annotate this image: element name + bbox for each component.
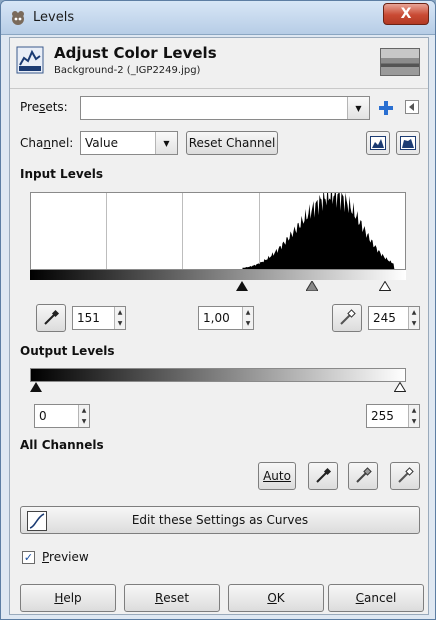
ok-button[interactable]: OK bbox=[228, 584, 324, 612]
preset-menu-icon[interactable] bbox=[405, 100, 419, 114]
presets-combo[interactable]: ▼ bbox=[80, 96, 370, 120]
input-levels-title: Input Levels bbox=[20, 167, 104, 181]
presets-label: Presets: bbox=[20, 100, 68, 114]
eyedropper-black-icon bbox=[44, 309, 60, 325]
dialog-content: Adjust Color Levels Background-2 (_IGP22… bbox=[9, 37, 429, 615]
image-name: Background-2 (_IGP2249.jpg) bbox=[54, 65, 201, 76]
page-title: Adjust Color Levels bbox=[54, 44, 217, 62]
chevron-down-icon[interactable]: ▼ bbox=[155, 132, 177, 154]
close-icon: X bbox=[400, 6, 412, 22]
linear-histogram-icon bbox=[370, 136, 386, 150]
input-low-value: 151 bbox=[77, 311, 100, 325]
log-histogram-button[interactable] bbox=[396, 131, 420, 155]
channel-value: Value bbox=[85, 136, 118, 150]
preview-checkbox[interactable]: ✓ bbox=[22, 551, 35, 564]
pick-white-all-button[interactable] bbox=[390, 462, 420, 490]
log-histogram-icon bbox=[400, 136, 416, 150]
input-low-spinner[interactable]: 151 ▲ ▼ bbox=[72, 306, 126, 330]
chevron-down-icon[interactable]: ▼ bbox=[347, 97, 369, 119]
spin-arrows-icon[interactable]: ▲ ▼ bbox=[408, 307, 419, 329]
histogram bbox=[30, 192, 406, 270]
reset-channel-button[interactable]: Reset Channel bbox=[186, 131, 278, 155]
pick-black-point-button[interactable] bbox=[36, 304, 66, 332]
levels-icon bbox=[16, 46, 44, 74]
reset-button[interactable]: Reset bbox=[124, 584, 220, 612]
output-gradient bbox=[30, 368, 406, 382]
white-point-slider[interactable] bbox=[379, 281, 391, 291]
output-black-slider[interactable] bbox=[30, 382, 42, 392]
input-gradient bbox=[30, 270, 406, 280]
spin-arrows-icon[interactable]: ▲ ▼ bbox=[78, 405, 89, 427]
channel-combo[interactable]: Value ▼ bbox=[80, 131, 178, 155]
input-high-value: 245 bbox=[373, 311, 396, 325]
edit-as-curves-button[interactable]: Edit these Settings as Curves bbox=[20, 506, 420, 534]
levels-dialog: Levels X Adjust Color Levels Background-… bbox=[0, 0, 436, 620]
add-preset-icon[interactable] bbox=[378, 100, 394, 116]
help-button[interactable]: Help bbox=[20, 584, 116, 612]
output-low-value: 0 bbox=[39, 409, 47, 423]
title-bar[interactable]: Levels X bbox=[1, 1, 435, 35]
gimp-icon bbox=[12, 11, 24, 25]
gamma-slider[interactable] bbox=[306, 281, 318, 291]
histogram-shape bbox=[242, 193, 395, 269]
input-high-spinner[interactable]: 245 ▲ ▼ bbox=[368, 306, 420, 330]
spin-arrows-icon[interactable]: ▲ ▼ bbox=[114, 307, 125, 329]
output-high-spinner[interactable]: 255 ▲ ▼ bbox=[366, 404, 420, 428]
pick-black-all-button[interactable] bbox=[308, 462, 338, 490]
window-title: Levels bbox=[33, 10, 75, 25]
pick-gray-all-button[interactable] bbox=[348, 462, 378, 490]
all-channels-title: All Channels bbox=[20, 438, 104, 452]
output-white-slider[interactable] bbox=[394, 382, 406, 392]
eyedropper-black-icon bbox=[316, 467, 332, 483]
input-gamma-spinner[interactable]: 1,00 ▲ ▼ bbox=[198, 306, 254, 330]
preview-label[interactable]: Preview bbox=[42, 550, 89, 564]
pick-white-point-button[interactable] bbox=[332, 304, 362, 332]
eyedropper-gray-icon bbox=[356, 467, 372, 483]
close-button[interactable]: X bbox=[383, 3, 429, 25]
cancel-button[interactable]: Cancel bbox=[328, 584, 424, 612]
channel-label: Channel: bbox=[20, 136, 74, 150]
output-high-value: 255 bbox=[371, 409, 394, 423]
spin-arrows-icon[interactable]: ▲ ▼ bbox=[242, 307, 253, 329]
eyedropper-white-icon bbox=[340, 309, 356, 325]
black-point-slider[interactable] bbox=[236, 281, 248, 291]
input-gamma-value: 1,00 bbox=[203, 311, 230, 325]
histogram-plot bbox=[242, 193, 395, 269]
curves-icon bbox=[27, 511, 47, 531]
output-levels-title: Output Levels bbox=[20, 344, 115, 358]
header-divider bbox=[10, 88, 428, 89]
linear-histogram-button[interactable] bbox=[366, 131, 390, 155]
output-low-spinner[interactable]: 0 ▲ ▼ bbox=[34, 404, 90, 428]
auto-button[interactable]: Auto bbox=[258, 462, 296, 490]
spin-arrows-icon[interactable]: ▲ ▼ bbox=[408, 405, 419, 427]
eyedropper-white-icon bbox=[398, 467, 414, 483]
image-thumbnail bbox=[380, 48, 420, 76]
